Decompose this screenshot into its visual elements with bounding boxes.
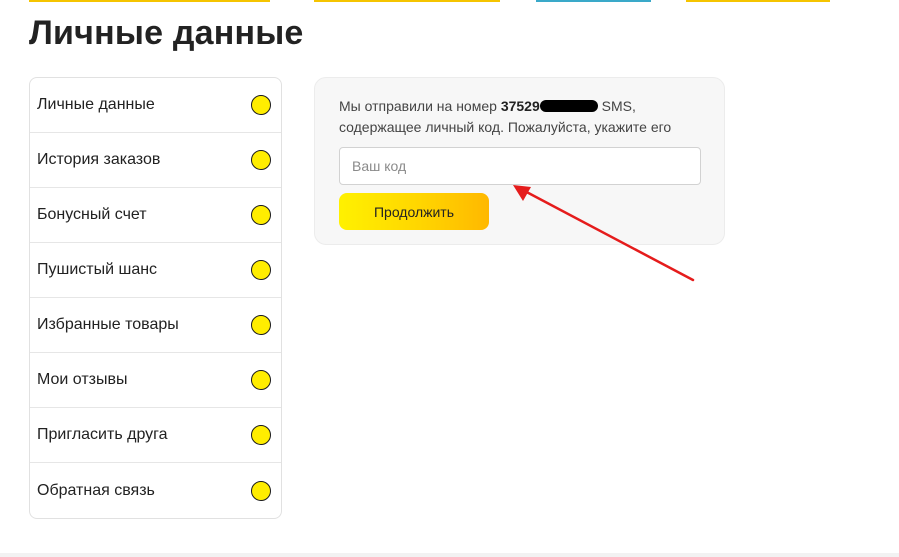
sidebar-item-label: Личные данные bbox=[37, 96, 155, 113]
sidebar-item-my-reviews[interactable]: Мои отзывы bbox=[30, 353, 281, 408]
phone-number: 37529 bbox=[501, 98, 598, 114]
page-title: Личные данные bbox=[29, 14, 304, 52]
yellow-dot-icon bbox=[251, 315, 271, 335]
sidebar-item-label: Избранные товары bbox=[37, 316, 179, 333]
arrow-shaft bbox=[517, 186, 695, 282]
sidebar-item-favorites[interactable]: Избранные товары bbox=[30, 298, 281, 353]
yellow-dot-icon bbox=[251, 480, 271, 501]
sidebar-item-bonus-account[interactable]: Бонусный счет bbox=[30, 188, 281, 243]
top-accent-segment bbox=[29, 0, 270, 2]
redaction-mask bbox=[539, 100, 598, 112]
yellow-dot-icon bbox=[251, 150, 271, 170]
continue-button[interactable]: Продолжить bbox=[339, 193, 489, 230]
sms-sent-message: Мы отправили на номер 37529 SMS, содержа… bbox=[339, 96, 709, 138]
phone-visible-digits: 37529 bbox=[500, 98, 540, 114]
red-arrow-annotation bbox=[513, 185, 695, 282]
top-accent-segment bbox=[314, 0, 500, 2]
sidebar-item-order-history[interactable]: История заказов bbox=[30, 133, 281, 188]
sidebar-item-personal-data[interactable]: Личные данные bbox=[30, 78, 281, 133]
message-prefix: Мы отправили на номер bbox=[339, 98, 501, 114]
sidebar-item-invite-friend[interactable]: Пригласить друга bbox=[30, 408, 281, 463]
sidebar-item-label: Пушистый шанс bbox=[37, 261, 158, 278]
top-accent-bar bbox=[0, 0, 899, 3]
sidebar-item-label: История заказов bbox=[37, 151, 161, 168]
yellow-dot-icon bbox=[251, 260, 271, 280]
yellow-dot-icon bbox=[251, 205, 271, 225]
sidebar-item-label: Мои отзывы bbox=[37, 371, 128, 388]
yellow-dot-icon bbox=[251, 370, 271, 390]
account-sidebar-menu: Личные данные История заказов Бонусный с… bbox=[29, 77, 282, 519]
top-accent-segment bbox=[536, 0, 651, 2]
sidebar-item-feedback[interactable]: Обратная связь bbox=[30, 463, 281, 518]
sidebar-item-label: Бонусный счет bbox=[37, 206, 147, 223]
yellow-dot-icon bbox=[251, 95, 271, 115]
top-accent-segment bbox=[686, 0, 830, 2]
bottom-divider bbox=[0, 553, 899, 557]
sidebar-item-label: Пригласить друга bbox=[37, 426, 168, 443]
sidebar-item-label: Обратная связь bbox=[37, 481, 155, 499]
sidebar-item-fluffy-chance[interactable]: Пушистый шанс bbox=[30, 243, 281, 298]
yellow-dot-icon bbox=[251, 425, 271, 445]
account-page: Личные данные Личные данные История зака… bbox=[0, 0, 899, 557]
